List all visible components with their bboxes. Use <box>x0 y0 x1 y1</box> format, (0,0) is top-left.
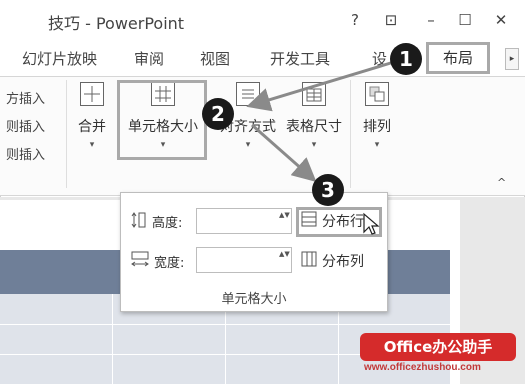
watermark-url: www.officezhushou.com <box>364 362 481 373</box>
annotation-arrows <box>246 60 395 182</box>
watermark-logo: Office办公助手 <box>360 333 516 361</box>
callout-step-1: 1 <box>390 43 422 75</box>
callout-step-2: 2 <box>202 98 234 130</box>
callout-step-3: 3 <box>312 174 344 206</box>
